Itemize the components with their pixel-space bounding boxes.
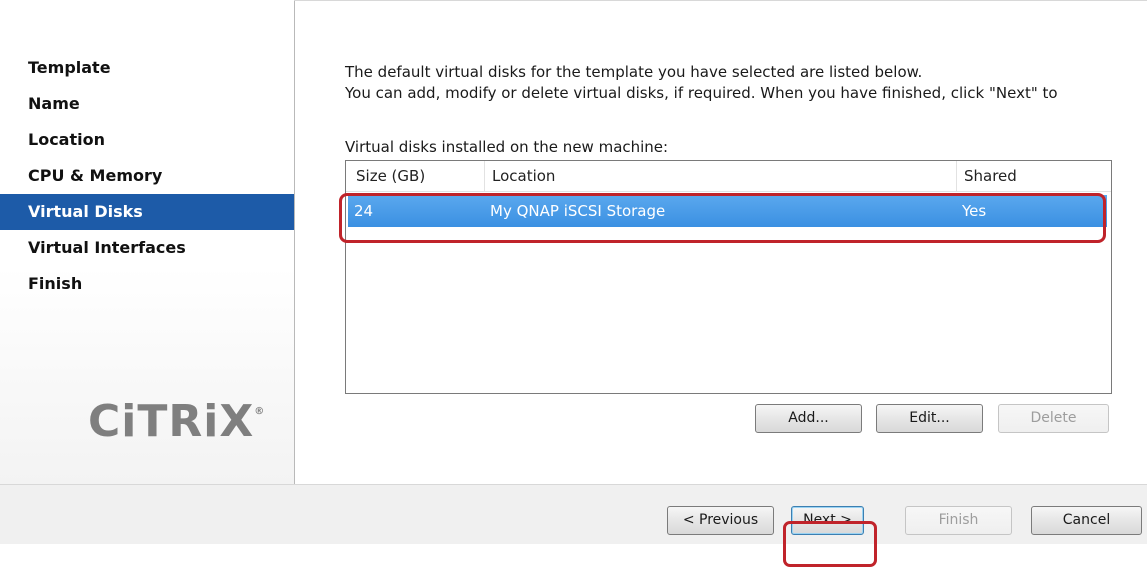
wizard-steps: Template Name Location CPU & Memory Virt…: [0, 50, 294, 302]
wizard-footer: < Previous Next > Finish Cancel: [0, 485, 1147, 544]
column-divider[interactable]: [956, 161, 957, 191]
citrix-logo-text: CiTRiX: [88, 396, 255, 447]
registered-mark: ®: [254, 406, 266, 417]
cancel-button[interactable]: Cancel: [1031, 506, 1142, 535]
step-finish: Finish: [28, 274, 83, 293]
column-size[interactable]: Size (GB): [356, 161, 425, 191]
step-virtual-disks: Virtual Disks: [0, 194, 294, 230]
instructions-line-2: You can add, modify or delete virtual di…: [345, 84, 1058, 102]
row-highlight-annotation: [339, 193, 1106, 243]
column-shared[interactable]: Shared: [964, 161, 1017, 191]
delete-disk-button[interactable]: Delete: [998, 404, 1109, 433]
instructions-text: The default virtual disks for the templa…: [345, 62, 1058, 104]
step-virtual-interfaces: Virtual Interfaces: [28, 238, 186, 257]
step-template: Template: [28, 58, 111, 77]
citrix-logo: CiTRiX®: [88, 396, 265, 447]
next-highlight-annotation: [783, 521, 877, 567]
previous-button[interactable]: < Previous: [667, 506, 774, 535]
top-divider: [294, 0, 1147, 1]
column-divider[interactable]: [484, 161, 485, 191]
list-header: Size (GB) Location Shared: [346, 161, 1111, 192]
step-name: Name: [28, 94, 80, 113]
step-location: Location: [28, 130, 105, 149]
column-location[interactable]: Location: [492, 161, 555, 191]
edit-disk-button[interactable]: Edit...: [876, 404, 983, 433]
wizard-sidebar: Template Name Location CPU & Memory Virt…: [0, 0, 295, 484]
disk-list-caption: Virtual disks installed on the new machi…: [345, 138, 669, 156]
instructions-line-1: The default virtual disks for the templa…: [345, 63, 923, 81]
step-cpu-memory: CPU & Memory: [28, 166, 163, 185]
finish-button[interactable]: Finish: [905, 506, 1012, 535]
add-disk-button[interactable]: Add...: [755, 404, 862, 433]
